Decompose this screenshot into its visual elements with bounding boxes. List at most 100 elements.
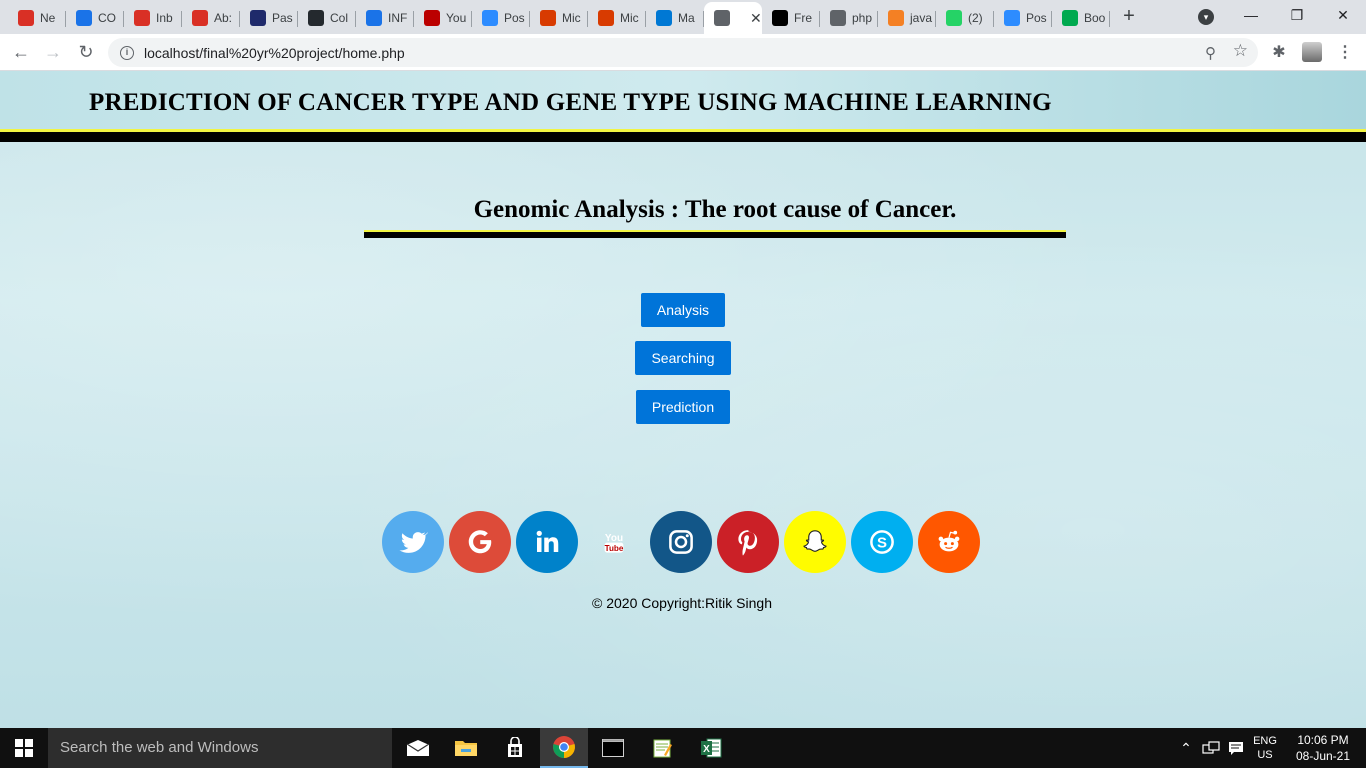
tab-label: You <box>446 11 467 25</box>
globe-icon <box>714 10 730 26</box>
page-title: PREDICTION OF CANCER TYPE AND GENE TYPE … <box>89 89 1052 116</box>
new-tab-button[interactable]: + <box>1118 6 1140 28</box>
reload-icon[interactable]: ↻ <box>74 40 98 64</box>
browser-tab-strip: Ne CO Inb Ab: Pas Col INF You Pos Mic Mic Ma ✕ Fre php… <box>0 0 1366 34</box>
show-hidden-icons-icon[interactable]: ⌃ <box>1176 728 1196 768</box>
tab-label: Ne <box>40 11 56 25</box>
excel-app-icon[interactable]: X <box>687 728 735 768</box>
tab-label: Col <box>330 11 349 25</box>
address-bar[interactable]: i localhost/final%20yr%20project/home.ph… <box>108 38 1258 67</box>
mail-app-icon[interactable] <box>394 728 442 768</box>
zoom-icon[interactable]: ⚲ <box>1205 44 1216 62</box>
browser-tab[interactable]: INF <box>356 4 414 32</box>
browser-tab[interactable]: Boo <box>1052 4 1110 32</box>
tab-separator <box>1109 11 1110 27</box>
browser-tab[interactable]: Inb <box>124 4 182 32</box>
browser-tab[interactable]: php <box>820 4 878 32</box>
zoom-icon <box>482 10 498 26</box>
youtube-icon[interactable]: You Tube <box>583 511 645 573</box>
taskbar-search-input[interactable]: Search the web and Windows <box>48 728 392 768</box>
notepad-app-icon[interactable] <box>638 728 686 768</box>
snapchat-icon[interactable] <box>784 511 846 573</box>
header-rule-black <box>0 132 1366 142</box>
back-icon[interactable]: ← <box>9 40 33 64</box>
browser-tab[interactable]: java <box>878 4 936 32</box>
skype-icon[interactable]: S <box>851 511 913 573</box>
browser-tab[interactable]: CO <box>66 4 124 32</box>
browser-tab[interactable]: Ma <box>646 4 704 32</box>
window-close-icon[interactable]: ✕ <box>1320 4 1366 28</box>
file-explorer-icon[interactable] <box>442 728 490 768</box>
tab-label: java <box>910 11 933 25</box>
browser-tab[interactable]: Fre <box>762 4 820 32</box>
browser-tab[interactable]: Col <box>298 4 356 32</box>
youtube-icon <box>424 10 440 26</box>
language-indicator[interactable]: ENG US <box>1248 728 1282 768</box>
twitter-icon[interactable] <box>382 511 444 573</box>
svg-text:Tube: Tube <box>605 544 624 553</box>
page-subtitle: Genomic Analysis : The root cause of Can… <box>473 196 957 223</box>
windows-taskbar: Search the web and Windows X ⌃ ENG US 10… <box>0 728 1366 768</box>
wikipedia-icon <box>1062 10 1078 26</box>
network-icon[interactable] <box>1199 728 1223 768</box>
svg-text:X: X <box>703 744 710 755</box>
site-info-icon[interactable]: i <box>120 45 134 60</box>
terminal-app-icon[interactable] <box>589 728 637 768</box>
restore-icon[interactable]: ❐ <box>1274 4 1320 28</box>
browser-tab[interactable]: Mic <box>588 4 646 32</box>
tab-label: CO <box>98 11 116 25</box>
tab-label: Pos <box>1026 11 1047 25</box>
minimize-icon[interactable]: — <box>1228 4 1274 28</box>
browser-tab[interactable]: Pos <box>994 4 1052 32</box>
searching-button[interactable]: Searching <box>635 341 731 375</box>
linkedin-icon[interactable] <box>516 511 578 573</box>
tab-label: Pos <box>504 11 525 25</box>
prediction-button[interactable]: Prediction <box>636 390 730 424</box>
tab-search-icon[interactable]: ▾ <box>1198 9 1214 25</box>
browser-toolbar: ← → ↻ i localhost/final%20yr%20project/h… <box>0 34 1366 71</box>
tab-label: php <box>852 11 873 25</box>
pinterest-icon[interactable] <box>717 511 779 573</box>
browser-tab[interactable]: Pas <box>240 4 298 32</box>
forward-icon[interactable]: → <box>41 40 65 64</box>
outlook-icon <box>656 10 672 26</box>
browser-tab[interactable]: Pos <box>472 4 530 32</box>
page-viewport: PREDICTION OF CANCER TYPE AND GENE TYPE … <box>0 71 1366 728</box>
analysis-button[interactable]: Analysis <box>641 293 725 327</box>
contacts-icon <box>366 10 382 26</box>
profile-avatar[interactable] <box>1302 42 1322 62</box>
tab-label: Boo <box>1084 11 1106 25</box>
gmail-icon <box>18 10 34 26</box>
instagram-icon[interactable] <box>650 511 712 573</box>
tab-label: Mic <box>620 11 639 25</box>
store-app-icon[interactable] <box>491 728 539 768</box>
tab-close-icon[interactable]: ✕ <box>750 10 762 27</box>
google-icon[interactable] <box>449 511 511 573</box>
zoom-icon <box>1004 10 1020 26</box>
site-header: PREDICTION OF CANCER TYPE AND GENE TYPE … <box>0 71 1366 129</box>
extensions-icon[interactable]: ✱ <box>1268 42 1290 64</box>
browser-tab[interactable]: (2) <box>936 4 994 32</box>
subtitle-rule-black <box>364 232 1066 238</box>
system-clock[interactable]: 10:06 PM 08-Jun-21 <box>1286 728 1360 768</box>
bookmark-star-icon[interactable]: ☆ <box>1233 41 1248 61</box>
whatsapp-icon <box>946 10 962 26</box>
globe-icon <box>830 10 846 26</box>
browser-tab[interactable]: Ab: <box>182 4 240 32</box>
copyright-text: © 2020 Copyright:Ritik Singh <box>0 595 1366 611</box>
browser-tab[interactable]: Ne <box>8 4 66 32</box>
browser-tab[interactable]: ✕ <box>704 2 762 34</box>
menu-dots-icon[interactable]: ⋮ <box>1334 42 1356 64</box>
browser-tab[interactable]: You <box>414 4 472 32</box>
office-icon <box>598 10 614 26</box>
tab-label: Mic <box>562 11 581 25</box>
windows-start-icon[interactable] <box>0 728 48 768</box>
office-icon <box>540 10 556 26</box>
browser-tab[interactable]: Mic <box>530 4 588 32</box>
notifications-icon[interactable] <box>1225 728 1247 768</box>
url-text[interactable]: localhost/final%20yr%20project/home.php <box>144 45 405 61</box>
clock-time: 10:06 PM <box>1297 733 1349 747</box>
reddit-icon[interactable] <box>918 511 980 573</box>
chrome-app-icon[interactable] <box>540 728 588 768</box>
gmail-icon <box>192 10 208 26</box>
